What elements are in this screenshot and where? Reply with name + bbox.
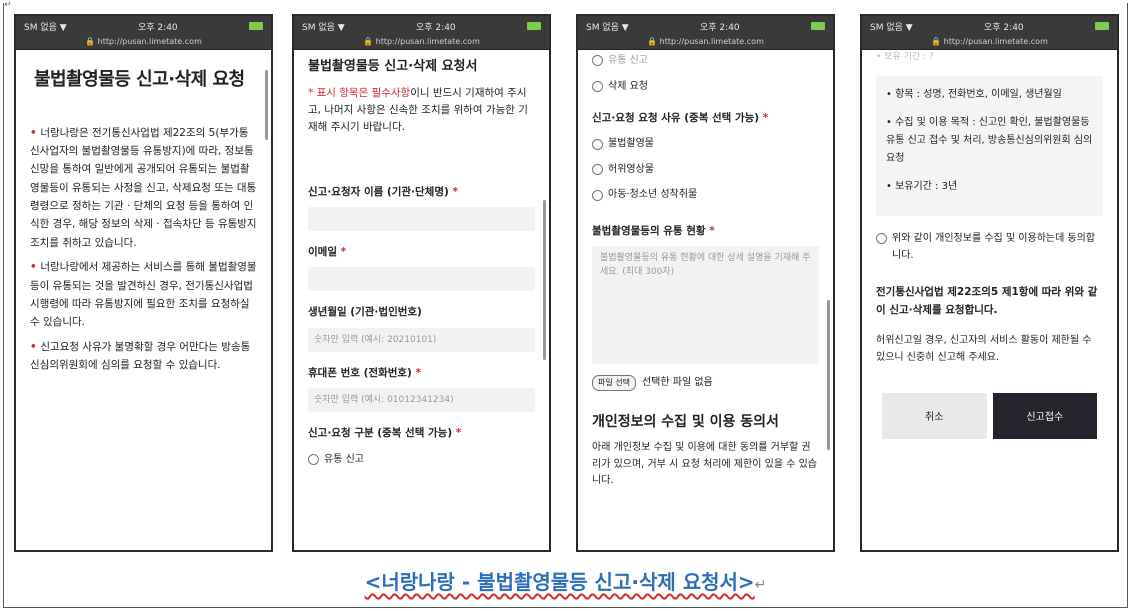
battery-icon (248, 22, 263, 30)
consent-text: 아래 개인정보 수집 및 이용에 대한 동의를 거부할 권리가 있으며, 거부 … (592, 442, 817, 487)
info-item: • 보유기간 : 3년 (886, 180, 958, 192)
request-type-label: 신고·요청 구분 (중복 선택 가능) * (308, 427, 462, 440)
law-statement: 전기통신사업법 제22조의5 제1항에 따라 위와 같이 신고·삭제를 요청합니… (876, 285, 1098, 317)
warning-text: 허위신고일 경우, 신고자의 서비스 활동이 제한될 수 있으니 신중히 신고해… (876, 334, 1092, 364)
consent-info-panel: • 항목 : 성명, 전화번호, 이메일, 생년월일 • 수집 및 이용 목적 … (876, 75, 1103, 216)
action-buttons: 취소 신고접수 (876, 392, 1103, 439)
page-title: 불법촬영물등 신고·삭제 요청 (34, 69, 245, 90)
name-field-label: 신고·요청자 이름 (기관·단체명) * (308, 185, 458, 198)
submit-button[interactable]: 신고접수 (992, 392, 1097, 439)
birthdate-field-label: 생년월일 (기관·법인번호) (308, 306, 422, 319)
carrier-label: SM 없음 ▼ (586, 22, 629, 33)
battery-icon (810, 22, 825, 30)
time-label: 오후 2:40 (138, 22, 178, 33)
file-status: 선택한 파일 없음 (641, 377, 713, 389)
time-label: 오후 2:40 (700, 22, 740, 33)
url-bar[interactable]: 🔒 http://pusan.limetate.com (578, 36, 833, 50)
screen3-content: 유통 신고 삭제 요청 신고·요청 요청 사유 (중복 선택 가능) * 불법촬… (578, 50, 833, 550)
status-bar: SM 없음 ▼ 오후 2:40 (16, 16, 271, 36)
paragraph-mark: ↵ (4, 0, 12, 10)
agree-checkbox-row[interactable]: 위와 같이 개인정보를 수집 및 이용하는데 동의합니다. (876, 230, 1103, 265)
battery-icon (1094, 22, 1109, 30)
radio-icon[interactable] (592, 80, 603, 92)
type-option-distribution[interactable]: 유통 신고 (308, 451, 535, 469)
type-option-delete[interactable]: 삭제 요청 (592, 78, 819, 96)
url-bar[interactable]: 🔒 http://pusan.limetate.com (16, 36, 271, 50)
phone-screen-2: SM 없음 ▼ 오후 2:40 🔒 http://pusan.limetate.… (292, 14, 551, 552)
carrier-label: SM 없음 ▼ (302, 22, 345, 33)
phone-screen-1: SM 없음 ▼ 오후 2:40 🔒 http://pusan.limetate.… (14, 14, 273, 552)
info-bullet: • 너랑나랑에서 제공하는 서비스를 통해 불법촬영물등이 유통되는 것을 발견… (30, 261, 257, 329)
name-input[interactable] (308, 207, 535, 232)
cancel-button[interactable]: 취소 (882, 392, 987, 439)
reason-label: 신고·요청 요청 사유 (중복 선택 가능) * (592, 112, 769, 124)
status-bar: SM 없음 ▼ 오후 2:40 (862, 16, 1117, 36)
type-option-distribution[interactable]: 유통 신고 (592, 52, 819, 70)
phone-input[interactable]: 숫자만 입력 (예시: 01012341234) (308, 388, 535, 413)
screen4-content: • 보유 기간 : ? • 항목 : 성명, 전화번호, 이메일, 생년월일 •… (862, 50, 1117, 550)
screen1-content: 불법촬영물등 신고·삭제 요청 • 너랑나랑은 전기통신사업법 제22조의 5(… (16, 50, 271, 550)
top-fragment: • 보유 기간 : ? (876, 52, 934, 62)
scrollbar[interactable] (265, 70, 268, 140)
battery-icon (526, 22, 541, 30)
url-bar[interactable]: 🔒 http://pusan.limetate.com (862, 36, 1117, 50)
status-label: 불법촬영물등의 유통 현황 * (592, 224, 715, 237)
phone-screen-3: SM 없음 ▼ 오후 2:40 🔒 http://pusan.limetate.… (576, 14, 835, 552)
info-bullet: • 신고요청 사유가 불명확할 경우 어만다는 방송통신심의위원회에 심의를 요… (30, 340, 251, 371)
form-heading: 불법촬영물등 신고·삭제 요청서 (308, 59, 478, 74)
consent-heading: 개인정보의 수집 및 이용 동의서 (592, 413, 779, 430)
phone-screen-4: SM 없음 ▼ 오후 2:40 🔒 http://pusan.limetate.… (860, 14, 1119, 552)
carrier-label: SM 없음 ▼ (870, 22, 913, 33)
reason-option[interactable]: 불법촬영물 (592, 135, 819, 153)
screen2-content: 불법촬영물등 신고·삭제 요청서 * 표시 항목은 필수사항이니 반드시 기재하… (294, 50, 549, 550)
radio-icon[interactable] (308, 453, 319, 465)
file-upload-row: 파일 선택 선택한 파일 없음 (592, 374, 819, 392)
time-label: 오후 2:40 (984, 22, 1024, 33)
url-bar[interactable]: 🔒 http://pusan.limetate.com (294, 36, 549, 50)
status-bar: SM 없음 ▼ 오후 2:40 (294, 16, 549, 36)
status-textarea[interactable]: 불법촬영물등의 유통 현황에 대한 상세 설명을 기재해 주세요. (최대 30… (592, 246, 819, 365)
scrollbar[interactable] (827, 300, 830, 450)
radio-icon[interactable] (592, 55, 603, 67)
file-select-button[interactable]: 파일 선택 (592, 375, 636, 391)
time-label: 오후 2:40 (416, 22, 456, 33)
radio-icon[interactable] (592, 138, 603, 150)
scrollbar[interactable] (543, 200, 546, 360)
info-item: • 항목 : 성명, 전화번호, 이메일, 생년월일 (886, 88, 1062, 100)
phone-field-label: 휴대폰 번호 (전화번호) * (308, 366, 422, 379)
birthdate-input[interactable]: 숫자만 입력 (예시: 20210101) (308, 327, 535, 352)
reason-option[interactable]: 아동·청소년 성착취물 (592, 186, 819, 204)
radio-icon[interactable] (876, 232, 887, 244)
email-field-label: 이메일 * (308, 246, 347, 259)
figure-caption: <너랑나랑 - 불법촬영물등 신고·삭제 요청서>↵ (364, 570, 767, 594)
radio-icon[interactable] (592, 164, 603, 176)
status-bar: SM 없음 ▼ 오후 2:40 (578, 16, 833, 36)
reason-option[interactable]: 허위영상물 (592, 161, 819, 179)
carrier-label: SM 없음 ▼ (24, 22, 67, 33)
form-note: * 표시 항목은 필수사항이니 반드시 기재하여 주시고, 나머지 사항은 신속… (308, 86, 528, 134)
email-input[interactable] (308, 267, 535, 292)
radio-icon[interactable] (592, 189, 603, 201)
info-bullet: • 너랑나랑은 전기통신사업법 제22조의 5(부가통신사업자의 불법촬영물등 … (30, 126, 257, 249)
info-item: • 수집 및 이용 목적 : 신고인 확인, 불법촬영물등 유통 신고 접수 및… (886, 116, 1093, 164)
